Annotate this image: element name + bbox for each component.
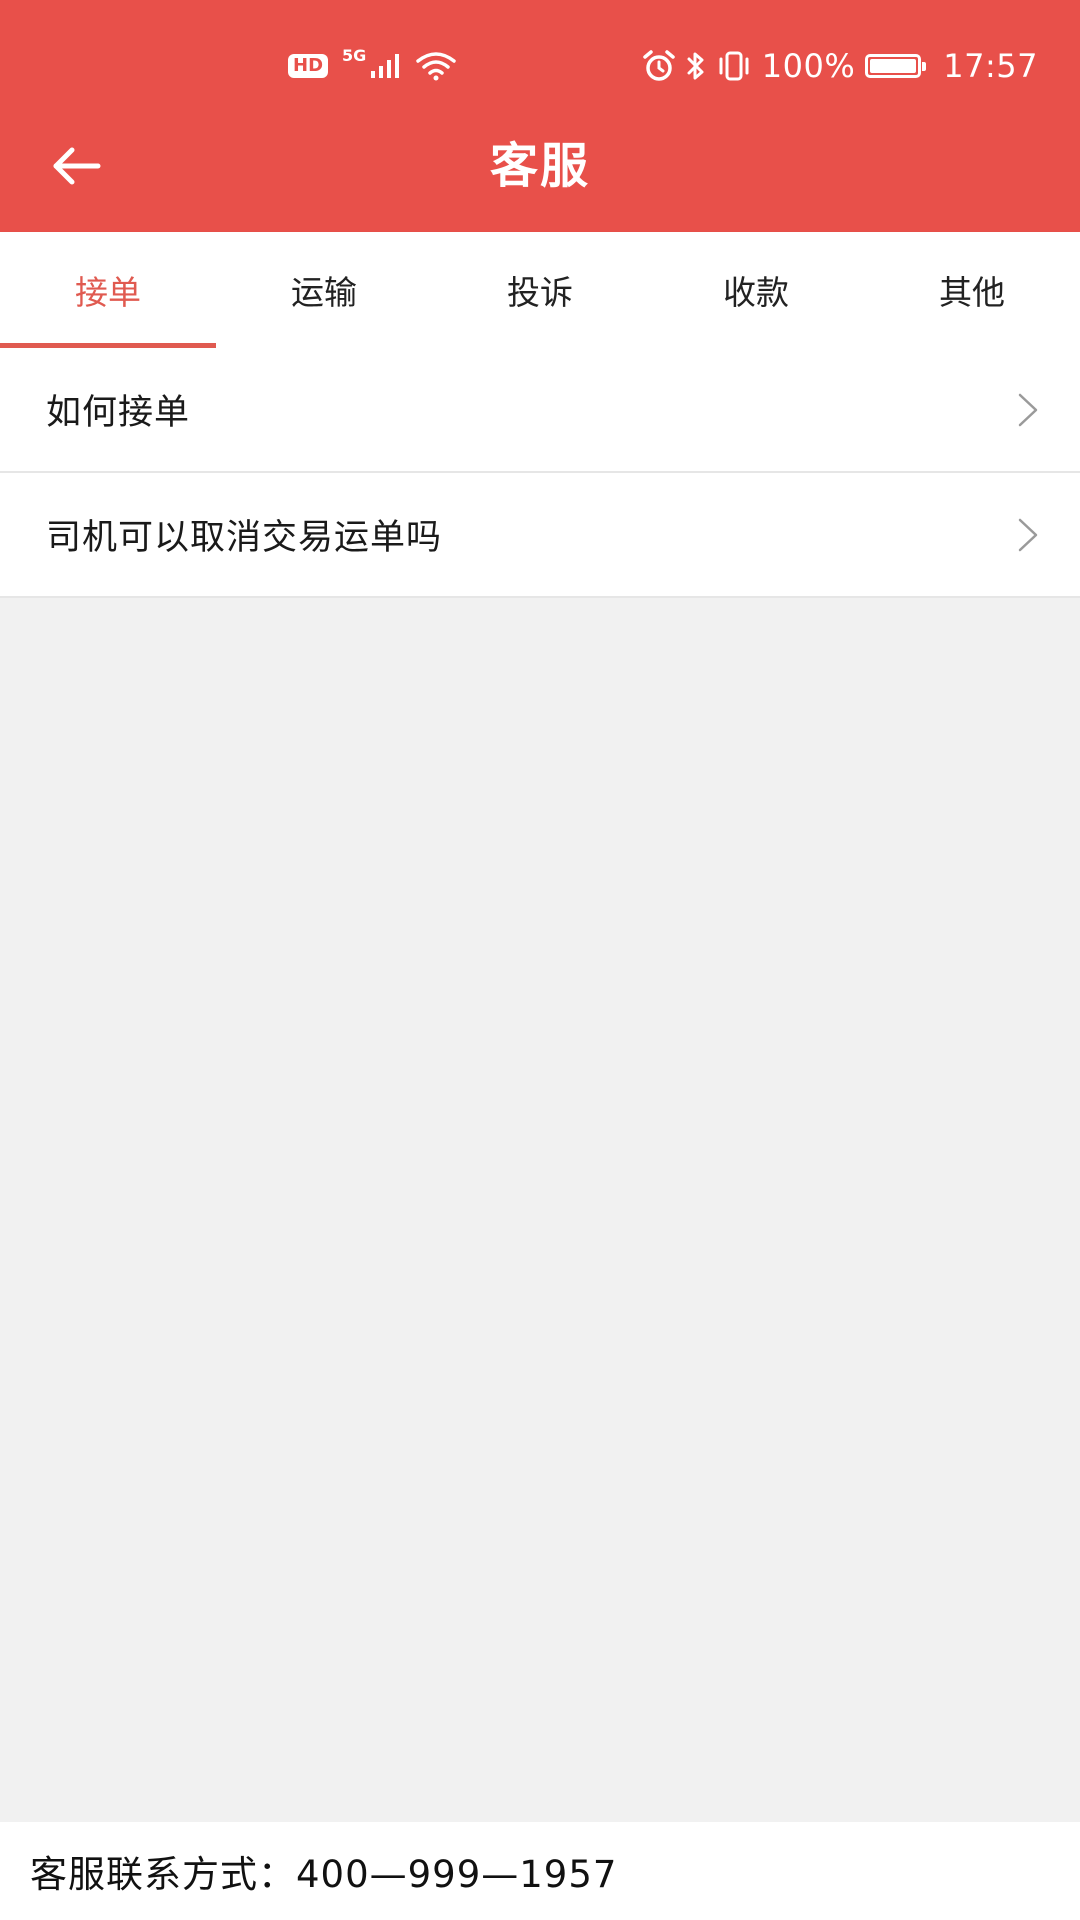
question-list: 如何接单 司机可以取消交易运单吗 (0, 348, 1080, 598)
battery-fill (870, 59, 917, 73)
tab-yunshu[interactable]: 运输 (216, 232, 432, 348)
tab-label: 投诉 (507, 273, 573, 312)
network-type-label: 5G (342, 46, 367, 65)
tab-shoukuan[interactable]: 收款 (648, 232, 864, 348)
customer-service-screen: HD 5G 100% 17:57 客服 接单 运输 投诉 收款 其他 如何接单 … (0, 0, 1080, 1920)
tab-label: 运输 (291, 273, 357, 312)
list-item-label: 如何接单 (46, 393, 191, 433)
tab-jiedan[interactable]: 接单 (0, 232, 216, 348)
signal-icon (370, 53, 402, 79)
list-item-label: 司机可以取消交易运单吗 (46, 518, 443, 558)
header-bar: HD 5G 100% 17:57 客服 (0, 0, 1080, 232)
status-left-group: HD 5G (288, 46, 457, 86)
list-item[interactable]: 司机可以取消交易运单吗 (0, 473, 1080, 598)
alarm-icon (642, 50, 676, 82)
bluetooth-icon (686, 50, 706, 82)
battery-percent: 100% (761, 47, 856, 85)
contact-info: 客服联系方式：400—999—1957 (30, 1853, 618, 1896)
tab-tousu[interactable]: 投诉 (432, 232, 648, 348)
tab-label: 接单 (75, 273, 141, 312)
category-tabs: 接单 运输 投诉 收款 其他 (0, 232, 1080, 348)
battery-icon (865, 54, 927, 78)
tab-qita[interactable]: 其他 (864, 232, 1080, 348)
page-title: 客服 (489, 138, 590, 194)
hd-badge: HD (288, 54, 329, 78)
status-bar: HD 5G 100% 17:57 (0, 0, 1080, 130)
clock-time: 17:57 (943, 47, 1038, 85)
tab-label: 其他 (939, 273, 1005, 312)
tab-label: 收款 (723, 273, 789, 312)
wifi-icon (416, 51, 457, 81)
contact-footer: 客服联系方式：400—999—1957 (0, 1822, 1080, 1920)
vibrate-icon (716, 50, 752, 82)
chevron-right-icon (1018, 393, 1038, 426)
chevron-right-icon (1018, 518, 1038, 551)
status-right-group: 100% 17:57 (642, 44, 1038, 88)
list-item[interactable]: 如何接单 (0, 348, 1080, 473)
